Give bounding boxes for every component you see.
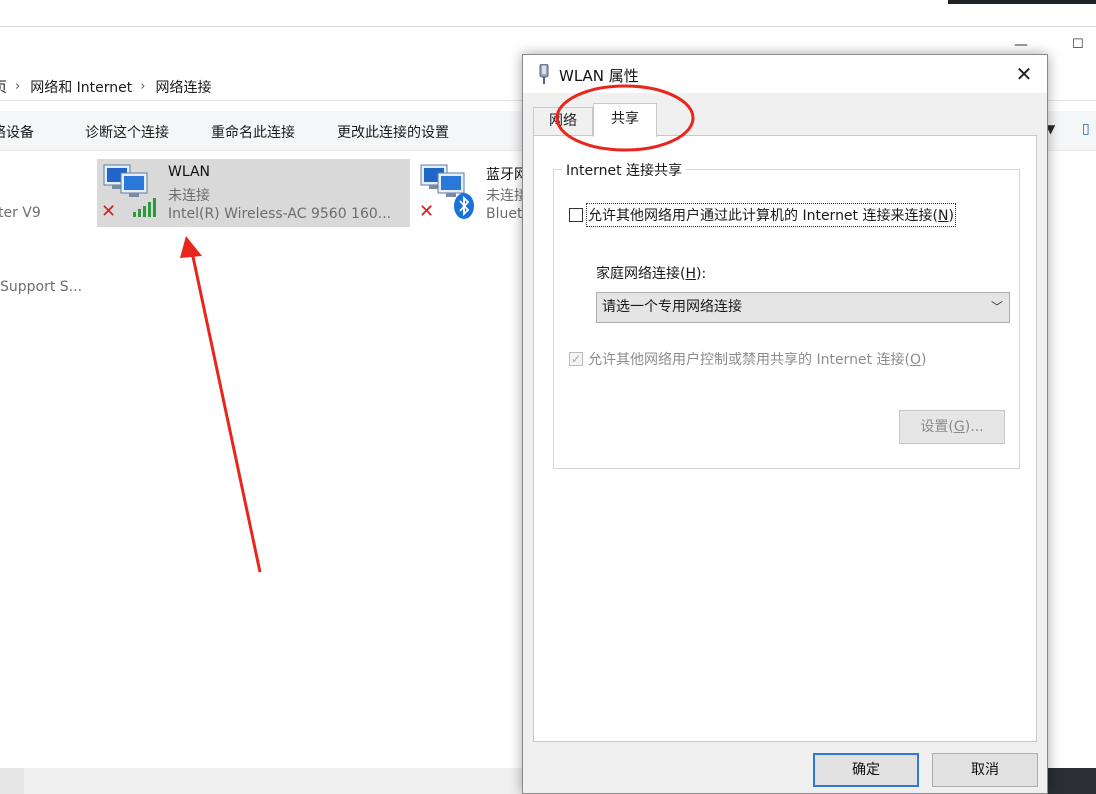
sharing-tab-page: Internet 连接共享 允许其他网络用户通过此计算机的 Internet 连… — [533, 135, 1037, 742]
allow-sharing-checkbox[interactable] — [569, 208, 583, 222]
adapter-desc-partial: Support S... — [0, 279, 83, 295]
disable-device-command[interactable]: 络设备 — [0, 122, 34, 142]
home-network-label: 家庭网络连接(H): — [596, 266, 707, 282]
disconnected-x-icon: ✕ — [419, 201, 435, 222]
ok-button[interactable]: 确定 — [813, 753, 919, 787]
minimize-button[interactable]: — — [1014, 37, 1028, 53]
bluetooth-status: 未连接 — [486, 188, 522, 204]
desktop-top-strip — [0, 0, 1096, 26]
allow-sharing-label[interactable]: 允许其他网络用户通过此计算机的 Internet 连接来连接(N) — [586, 203, 956, 227]
wlan-name: WLAN — [168, 164, 211, 180]
settings-button[interactable]: 设置(G)... — [899, 410, 1005, 444]
tab-network[interactable]: 网络 — [533, 107, 593, 135]
allow-control-checkbox[interactable]: ✓ — [569, 352, 583, 366]
chevron-down-icon: ﹀ — [990, 300, 1003, 314]
bluetooth-name: 蓝牙网 — [486, 167, 522, 183]
diagnose-command[interactable]: 诊断这个连接 — [85, 122, 169, 142]
wlan-device: Intel(R) Wireless-AC 9560 160... — [168, 206, 392, 222]
home-network-select-value: 请选一个专用网络连接 — [602, 299, 742, 315]
taskbar-segment — [0, 768, 24, 794]
wlan-status: 未连接 — [168, 188, 210, 204]
change-settings-command[interactable]: 更改此连接的设置 — [337, 122, 449, 142]
allow-control-checkbox-row[interactable]: ✓ 允许其他网络用户控制或禁用共享的 Internet 连接(O) — [569, 349, 926, 369]
home-network-select[interactable]: 请选一个专用网络连接 ﹀ — [596, 292, 1010, 323]
wlan-connection-tile[interactable]: ✕ WLAN 未连接 Intel(R) Wireless-AC 9560 160… — [97, 159, 410, 227]
allow-sharing-checkbox-row[interactable]: 允许其他网络用户通过此计算机的 Internet 连接来连接(N) — [569, 203, 956, 227]
dialog-title: WLAN 属性 — [559, 67, 639, 85]
breadcrumb-parent[interactable]: 页 — [0, 77, 7, 97]
rename-command[interactable]: 重命名此连接 — [211, 122, 295, 142]
close-icon[interactable]: ✕ — [1011, 61, 1037, 87]
bluetooth-connection-tile[interactable]: ✕ 蓝牙网 未连接 Blueto — [414, 159, 522, 227]
wifi-signal-bars-icon — [133, 198, 156, 217]
bluetooth-icon — [454, 193, 474, 219]
dialog-titlebar[interactable]: WLAN 属性 ✕ — [523, 55, 1047, 93]
ics-group-title: Internet 连接共享 — [562, 160, 687, 180]
breadcrumb-separator-icon: › — [15, 79, 21, 94]
wlan-properties-dialog: WLAN 属性 ✕ 网络 共享 Internet 连接共享 允许其他网络用户通过… — [522, 54, 1048, 794]
allow-control-label[interactable]: 允许其他网络用户控制或禁用共享的 Internet 连接(O) — [588, 349, 926, 369]
breadcrumb-separator-icon: › — [140, 79, 146, 94]
taskbar-corner — [948, 0, 1096, 4]
breadcrumb-network-internet[interactable]: 网络和 Internet — [30, 77, 132, 97]
cancel-button[interactable]: 取消 — [932, 753, 1038, 787]
breadcrumb-network-connections[interactable]: 网络连接 — [155, 77, 211, 97]
taskbar-segment — [24, 768, 524, 794]
preview-pane-icon[interactable]: ▯ — [1082, 121, 1090, 137]
network-plug-icon — [539, 64, 549, 84]
bluetooth-device: Blueto — [486, 206, 522, 222]
disconnected-x-icon: ✕ — [101, 201, 117, 222]
adapter-name-partial: ter V9 — [0, 205, 41, 221]
tab-sharing[interactable]: 共享 — [593, 103, 657, 137]
maximize-button[interactable]: ☐ — [1072, 37, 1084, 52]
ics-group-box: Internet 连接共享 允许其他网络用户通过此计算机的 Internet 连… — [553, 160, 1020, 469]
